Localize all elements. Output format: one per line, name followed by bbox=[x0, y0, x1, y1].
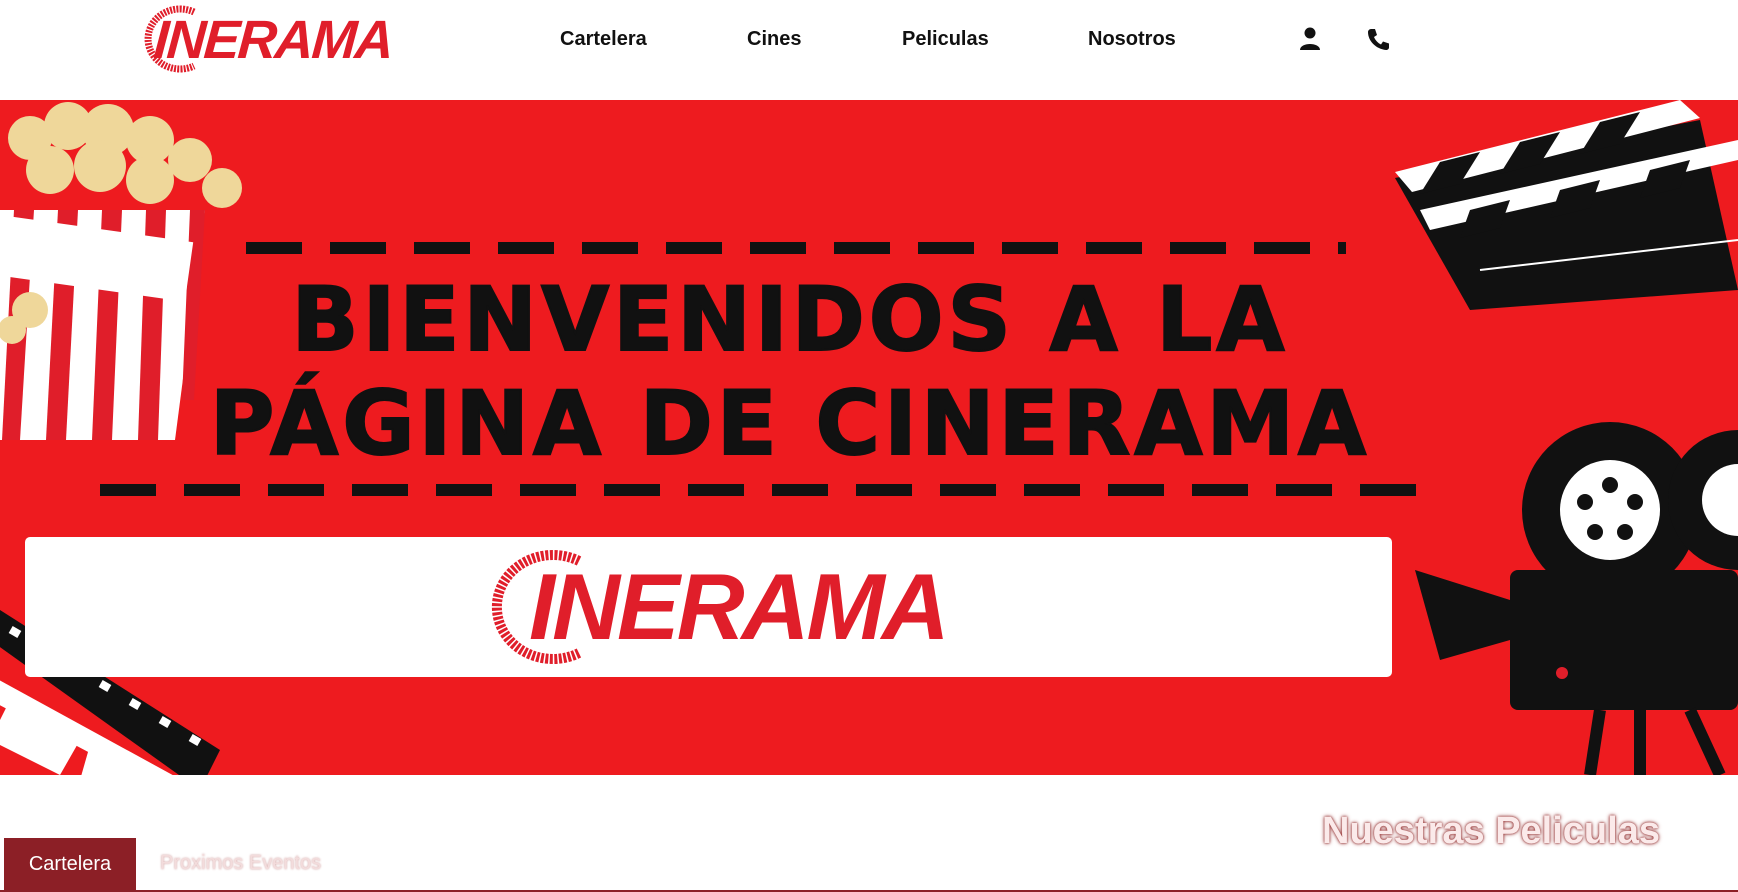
hero-logo-text: INERAMA bbox=[529, 554, 950, 659]
tab-proximos-eventos[interactable]: Proximos Eventos bbox=[160, 852, 321, 875]
bottom-dashed-divider bbox=[100, 484, 1430, 496]
nav-nosotros[interactable]: Nosotros bbox=[1088, 28, 1176, 51]
hero-logo-panel: INERAMA bbox=[25, 537, 1392, 677]
cinerama-logo[interactable]: INERAMA bbox=[136, 2, 394, 74]
logo-text: INERAMA bbox=[151, 10, 395, 70]
nav-peliculas[interactable]: Peliculas bbox=[902, 28, 989, 51]
tab-cartelera[interactable]: Cartelera bbox=[4, 838, 136, 890]
user-icon[interactable] bbox=[1298, 26, 1322, 52]
site-header: INERAMA Cartelera Cines Peliculas Nosotr… bbox=[0, 0, 1738, 100]
hero-title-line2: PÁGINA DE CINERAMA bbox=[209, 371, 1371, 476]
movie-tabs: Cartelera Proximos Eventos bbox=[0, 838, 1738, 892]
hero-banner: BIENVENIDOS A LA PÁGINA DE CINERAMA INER… bbox=[0, 100, 1738, 775]
nav-cartelera[interactable]: Cartelera bbox=[560, 28, 647, 51]
hero-cinerama-logo: INERAMA bbox=[479, 541, 979, 671]
top-dashed-divider bbox=[246, 242, 1346, 254]
nav-cines[interactable]: Cines bbox=[747, 28, 801, 51]
hero-title-line1: BIENVENIDOS A LA bbox=[291, 267, 1289, 372]
hero-title: BIENVENIDOS A LA PÁGINA DE CINERAMA bbox=[100, 267, 1480, 476]
phone-icon[interactable] bbox=[1366, 26, 1390, 52]
